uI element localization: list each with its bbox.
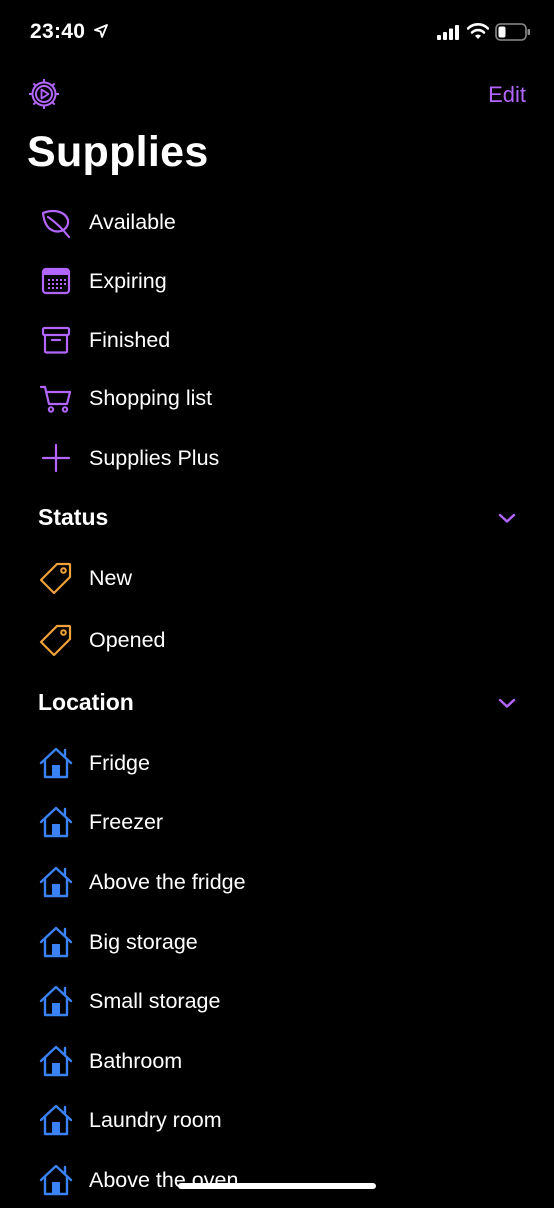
location-item-bathroom[interactable]: Bathroom [0,1037,554,1089]
section-title: Location [38,689,134,715]
location-item-above-the-fridge[interactable]: Above the fridge [0,858,554,910]
location-item-label: Small storage [89,989,221,1013]
sidebar-item-supplies-plus[interactable]: Supplies Plus [0,434,554,486]
archive-box-icon [41,326,71,354]
house-icon [39,985,73,1017]
house-icon [39,806,73,838]
location-item-freezer[interactable]: Freezer [0,798,554,850]
calendar-icon [41,267,71,295]
home-indicator [178,1183,376,1189]
section-title: Status [38,504,109,530]
location-item-small-storage[interactable]: Small storage [0,977,554,1029]
house-icon [39,866,73,898]
location-item-laundry-room[interactable]: Laundry room [0,1096,554,1148]
wifi-icon [467,23,489,39]
location-section-header[interactable]: Location [0,685,554,725]
plus-icon [41,443,71,473]
location-item-fridge[interactable]: Fridge [0,739,554,791]
house-icon [39,747,73,779]
house-icon [39,1045,73,1077]
chevron-down-icon[interactable] [498,697,516,709]
house-icon [39,926,73,958]
chevron-down-icon[interactable] [498,512,516,524]
edit-button[interactable]: Edit [488,82,526,108]
cellular-signal-icon [437,25,459,40]
location-item-label: Fridge [89,751,150,775]
tag-icon [39,562,72,595]
location-item-big-storage[interactable]: Big storage [0,918,554,970]
sidebar-item-label: Finished [89,328,171,352]
status-time: 23:40 [30,20,86,43]
status-item-opened[interactable]: Opened [0,616,554,668]
sidebar-item-label: Supplies Plus [89,446,220,470]
location-item-label: Freezer [89,810,164,834]
tag-icon [39,624,72,657]
sidebar-item-label: Shopping list [89,386,213,410]
location-item-label: Laundry room [89,1108,222,1132]
location-arrow-icon [94,24,108,38]
location-item-above-the-oven[interactable]: Above the oven [0,1156,554,1208]
location-item-label: Bathroom [89,1049,183,1073]
status-item-label: Opened [89,628,166,652]
status-item-new[interactable]: New [0,554,554,606]
location-item-label: Above the oven [89,1168,239,1192]
leaf-icon [41,209,71,239]
sidebar-item-available[interactable]: Available [0,198,554,250]
page-title: Supplies [27,128,209,176]
sidebar-item-finished[interactable]: Finished [0,316,554,368]
status-item-label: New [89,566,133,590]
sidebar-item-label: Available [89,210,176,234]
house-icon [39,1164,73,1196]
sidebar-item-expiring[interactable]: Expiring [0,257,554,309]
location-item-label: Big storage [89,930,198,954]
battery-icon [495,23,530,41]
cart-icon [39,385,72,413]
settings-gear-icon[interactable] [27,77,61,111]
status-bar: 23:40 [0,0,554,66]
location-item-label: Above the fridge [89,870,246,894]
house-icon [39,1104,73,1136]
sidebar-item-shopping-list[interactable]: Shopping list [0,374,554,426]
sidebar-item-label: Expiring [89,269,167,293]
status-section-header[interactable]: Status [0,500,554,540]
